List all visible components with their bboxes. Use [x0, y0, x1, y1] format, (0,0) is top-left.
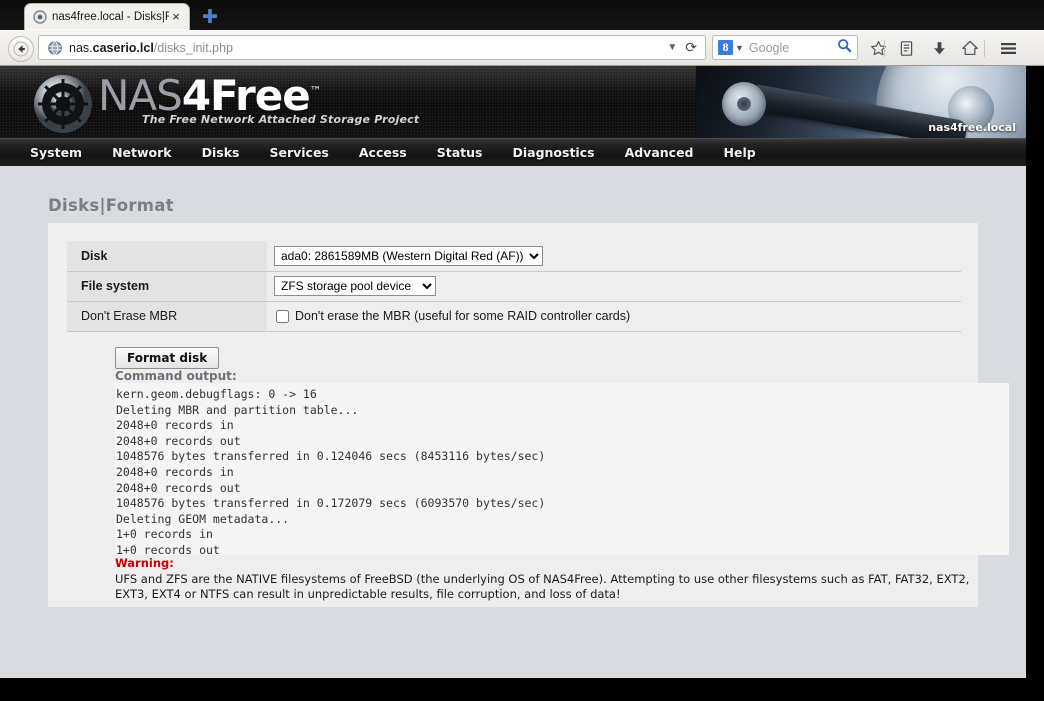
format-form-table: Disk ada0: 2861589MB (Western Digital Re…: [67, 241, 961, 332]
nav-item-advanced[interactable]: Advanced: [625, 145, 694, 160]
disk-select[interactable]: ada0: 2861589MB (Western Digital Red (AF…: [274, 245, 543, 266]
nas4free-logo[interactable]: NAS4Free™ The Free Network Attached Stor…: [32, 68, 419, 135]
back-button[interactable]: [8, 36, 34, 62]
logo-disc-icon: [32, 73, 94, 135]
mbr-value-cell: Don't erase the MBR (useful for some RAI…: [267, 301, 961, 332]
hostname-label: nas4free.local: [928, 121, 1016, 134]
download-arrow-icon[interactable]: [927, 36, 951, 60]
hard-disk-photo: nas4free.local: [696, 66, 1026, 138]
nav-item-access[interactable]: Access: [359, 145, 407, 160]
disk-spindle-hub: [722, 82, 766, 126]
hamburger-menu-icon[interactable]: [996, 36, 1020, 60]
screenshot-root: nas4free.local - Disks|For... × ✚: [0, 0, 1044, 701]
search-input[interactable]: Google: [749, 41, 837, 55]
page-area: Disks|Format Disk ada0: 2861589MB (Weste…: [0, 166, 1026, 645]
nav-item-network[interactable]: Network: [112, 145, 172, 160]
address-path: /disks_init.php: [153, 40, 234, 55]
disk-value-cell: ada0: 2861589MB (Western Digital Red (AF…: [267, 241, 961, 272]
warning-heading: Warning:: [115, 556, 174, 570]
browser-chrome: nas4free.local - Disks|For... × ✚: [0, 0, 1044, 66]
site-favicon: [33, 10, 47, 24]
address-host: caserio.lcl: [92, 40, 154, 55]
table-row-filesystem: File system ZFS storage pool device: [67, 271, 961, 302]
toolbar-separator-2: [984, 40, 985, 57]
command-output-label: Command output:: [115, 369, 237, 383]
search-bar[interactable]: 8 ▼ Google: [712, 35, 858, 60]
nav-item-help[interactable]: Help: [724, 145, 756, 160]
filesystem-label: File system: [67, 271, 267, 302]
nav-item-services[interactable]: Services: [269, 145, 328, 160]
tab-strip: nas4free.local - Disks|For... × ✚: [0, 0, 1044, 30]
trademark-icon: ™: [309, 84, 322, 98]
address-bar[interactable]: nas.caserio.lcl/disks_init.php ▼ ⟳: [38, 35, 706, 60]
toolbar-separator: [884, 40, 885, 57]
tab-title: nas4free.local - Disks|For...: [52, 11, 169, 23]
content-panel: Disk ada0: 2861589MB (Western Digital Re…: [48, 223, 1009, 607]
format-disk-button[interactable]: Format disk: [115, 347, 220, 369]
table-row-disk: Disk ada0: 2861589MB (Western Digital Re…: [67, 241, 961, 272]
nav-item-system[interactable]: System: [30, 145, 82, 160]
new-tab-icon[interactable]: ✚: [200, 8, 220, 28]
command-output-text: kern.geom.debugflags: 0 -> 16 Deleting M…: [115, 383, 1009, 555]
home-icon[interactable]: [958, 36, 982, 60]
google-icon[interactable]: 8: [718, 40, 733, 55]
filesystem-value-cell: ZFS storage pool device: [267, 271, 961, 302]
brand-header: NAS4Free™ The Free Network Attached Stor…: [0, 66, 1026, 138]
browser-tab[interactable]: nas4free.local - Disks|For... ×: [24, 3, 190, 30]
search-icon[interactable]: [837, 38, 852, 58]
warning-body: UFS and ZFS are the NATIVE filesystems o…: [115, 572, 970, 601]
nav-item-diagnostics[interactable]: Diagnostics: [512, 145, 594, 160]
mbr-label: Don't Erase MBR: [67, 301, 267, 332]
nas4free-app: NAS4Free™ The Free Network Attached Stor…: [0, 66, 1026, 678]
table-row-mbr: Don't Erase MBR Don't erase the MBR (use…: [67, 301, 961, 332]
logo-wordmark: NAS4Free™ The Free Network Attached Stor…: [98, 68, 420, 127]
address-prefix: nas.: [69, 40, 93, 55]
mbr-checkbox[interactable]: [276, 309, 289, 323]
mbr-checkbox-text: Don't erase the MBR (useful for some RAI…: [295, 309, 631, 323]
warning-block: Warning: UFS and ZFS are the NATIVE file…: [115, 556, 1015, 602]
page-title: Disks|Format: [48, 196, 174, 215]
nav-item-disks[interactable]: Disks: [202, 145, 240, 160]
close-icon[interactable]: ×: [169, 10, 183, 24]
mbr-checkbox-row[interactable]: Don't erase the MBR (useful for some RAI…: [274, 309, 961, 323]
bookmark-star-icon[interactable]: [866, 36, 890, 60]
filesystem-select[interactable]: ZFS storage pool device: [274, 276, 436, 296]
address-text: nas.caserio.lcl/disks_init.php: [69, 41, 667, 55]
chevron-down-icon[interactable]: ▼: [667, 42, 677, 53]
reader-list-icon[interactable]: [894, 36, 918, 60]
logo-tagline: The Free Network Attached Storage Projec…: [142, 113, 420, 126]
reload-icon[interactable]: ⟳: [685, 40, 697, 56]
browser-navbar: nas.caserio.lcl/disks_init.php ▼ ⟳ 8 ▼ G…: [0, 30, 1044, 66]
globe-icon: [47, 40, 63, 56]
disk-label: Disk: [67, 241, 267, 272]
nav-item-status[interactable]: Status: [437, 145, 483, 160]
search-engine-chevron-icon[interactable]: ▼: [735, 43, 744, 53]
main-nav: System Network Disks Services Access Sta…: [0, 138, 1026, 166]
